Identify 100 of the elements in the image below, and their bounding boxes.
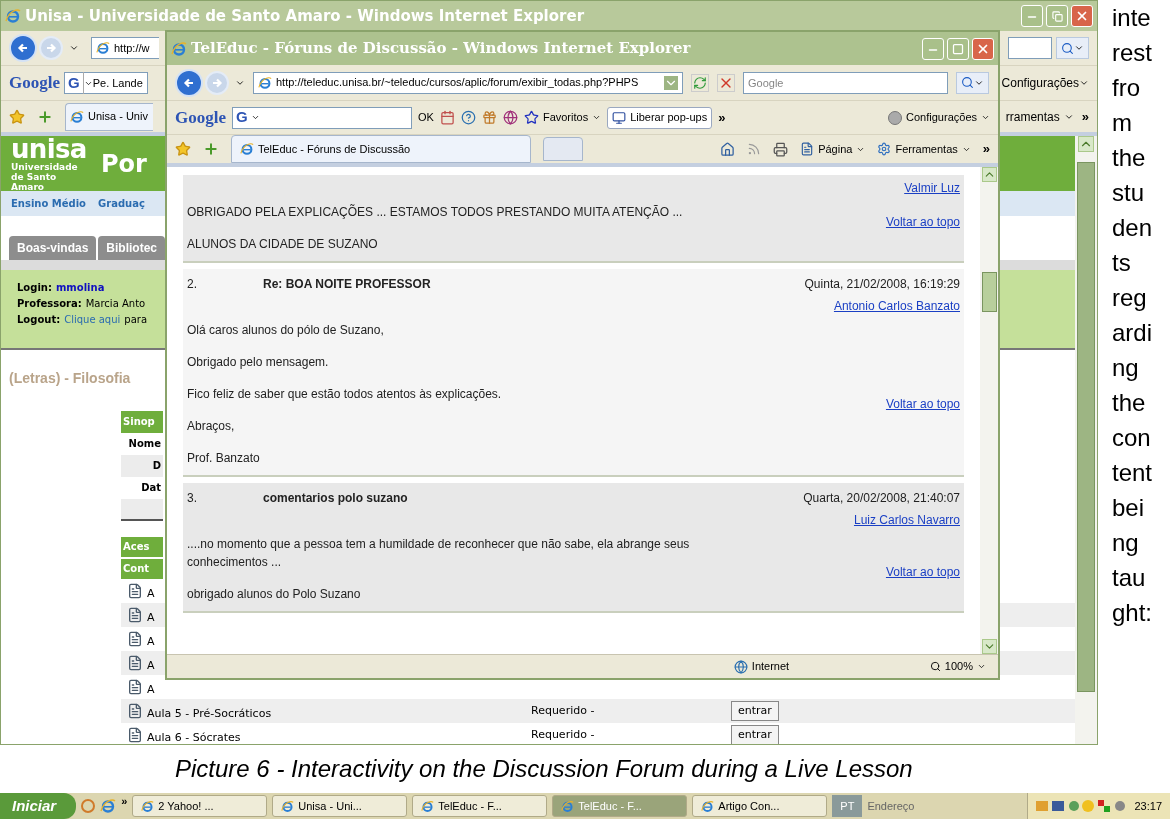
browser-tab[interactable]: Unisa - Univ [65,102,153,131]
course-title: (Letras) - Filosofia [8,369,132,388]
window-title: Unisa - Universidade de Santo Amaro - Windows Internet Explorer [25,5,585,27]
search-field[interactable]: Google [743,71,948,94]
ie-icon [561,799,575,813]
nav-link[interactable]: Graduaç [98,196,145,211]
scroll-up-icon[interactable] [1078,136,1094,152]
taskbar-button[interactable]: 2 Yahoo! ... [132,795,268,817]
clock: 23:17 [1134,798,1162,814]
taskbar-button[interactable]: Artigo Con... [692,795,828,817]
enter-button[interactable]: entrar [731,725,779,744]
history-caret-icon[interactable] [69,43,79,53]
favorites-star-icon[interactable] [9,108,25,125]
print-icon[interactable] [773,141,789,157]
popup-button[interactable]: Liberar pop-ups [607,106,713,129]
scroll-down-icon[interactable] [981,639,997,654]
toolbar-overflow[interactable]: » [982,139,990,159]
post-text: Olá caros alunos do pólo de Suzano, [187,322,385,339]
dropdown-icon[interactable] [664,75,678,90]
settings-menu[interactable]: Configurações [888,109,990,126]
scrollbar[interactable] [1075,136,1097,744]
right-arrow-icon [45,42,57,54]
zoom-button[interactable]: 100% [929,658,986,675]
lesson-name[interactable]: A [147,609,155,627]
address-toolbar[interactable]: Endereço [867,797,938,815]
settings-menu[interactable]: Configurações [1001,74,1089,92]
scroll-thumb[interactable] [1077,162,1095,692]
new-tab-button[interactable] [543,137,583,161]
help-icon[interactable] [460,110,476,125]
page-menu[interactable]: Página [800,140,866,158]
enter-button[interactable]: entrar [731,701,779,721]
g-button[interactable]: G [233,106,251,129]
nav-link[interactable]: Ensino Médio [11,196,86,211]
lesson-name[interactable]: A [147,585,155,603]
ie-icon [701,799,715,813]
g-button[interactable]: G [65,71,84,95]
ie-icon [141,799,155,813]
calendar-icon[interactable] [439,110,455,125]
scroll-up-icon[interactable] [981,167,997,182]
back-to-top-link[interactable]: Voltar ao topo [885,395,960,413]
search-field[interactable] [1008,37,1052,59]
favorites-button[interactable]: Favoritos [523,109,602,126]
login-value: Marcia Anto [85,297,146,311]
taskbar-button[interactable]: Unisa - Uni... [272,795,408,817]
search-button[interactable] [1056,37,1089,59]
google-search-field[interactable]: G Pe. Lande [64,72,148,94]
page-icon [258,75,272,90]
page-icon [96,41,110,55]
post-title: Re: BOA NOITE PROFESSOR [263,276,432,293]
back-button[interactable] [9,34,37,62]
taskbar-button[interactable]: TelEduc - F... [412,795,548,817]
gift-icon[interactable] [481,110,497,125]
close-button[interactable] [972,37,994,60]
lesson-name[interactable]: Aula 5 - Pré-Socráticos [147,705,272,723]
toolbar-overflow[interactable]: » [718,107,726,128]
quick-launch-icon[interactable] [81,799,96,813]
maximize-button[interactable] [1046,5,1068,27]
author-link[interactable]: Luiz Carlos Navarro [853,511,960,529]
favorites-star-icon[interactable] [175,141,191,157]
address-field[interactable]: http://teleduc.unisa.br/~teleduc/cursos/aplic/forum/exibir_todas.php?PHPS [253,71,683,94]
add-favorite-icon[interactable] [37,108,53,125]
minimize-button[interactable] [922,37,944,60]
back-button[interactable] [175,68,203,97]
window-title: TelEduc - Fóruns de Discussão - Windows Internet Explorer [191,38,691,60]
author-link[interactable]: Valmir Luz [904,179,960,197]
close-button[interactable] [1071,5,1093,27]
close-icon [1075,9,1089,23]
table-cell-text: Nome [127,437,162,451]
minimize-button[interactable] [1021,5,1043,27]
lesson-name[interactable]: A [147,681,155,699]
back-to-top-link[interactable]: Voltar ao topo [885,563,960,581]
author-link[interactable]: Antonio Carlos Banzato [833,297,960,315]
login-value: mmolina [55,281,105,295]
post-date: Quarta, 20/02/2008, 21:40:07 [803,490,960,507]
ie-icon [171,40,187,57]
post-text: OBRIGADO PELA EXPLICAÇÕES ... ESTAMOS TODOS PRESTANDO MUITA ATENÇÃO ... [187,203,684,221]
globe-icon[interactable] [502,110,518,125]
add-favorite-icon[interactable] [203,141,219,157]
back-to-top-link[interactable]: Voltar ao topo [885,213,960,231]
browser-tab[interactable]: TelEduc - Fóruns de Discussão [231,135,531,163]
lesson-name[interactable]: Aula 6 - Sócrates [147,729,241,744]
home-icon[interactable] [720,141,736,157]
lesson-name[interactable]: A [147,657,155,675]
refresh-icon[interactable] [691,73,709,92]
tools-menu[interactable]: rramentas [1005,107,1074,126]
scroll-thumb[interactable] [981,272,997,312]
toolbar-overflow[interactable]: » [121,793,128,810]
tools-menu[interactable]: Ferramentas [877,140,971,158]
logout-link[interactable]: Clique aqui [64,312,121,327]
stop-icon[interactable] [717,73,735,92]
feed-icon[interactable] [747,142,762,156]
google-search-field[interactable]: G [232,106,412,129]
address-field[interactable]: http://w [91,37,159,59]
toolbar-overflow[interactable]: » [1081,106,1089,127]
search-button[interactable] [956,71,989,94]
maximize-button[interactable] [947,37,969,60]
ok-button[interactable]: OK [418,109,434,126]
post-number: 2. [187,276,198,293]
lesson-name[interactable]: A [147,633,155,651]
scrollbar[interactable] [980,167,998,654]
